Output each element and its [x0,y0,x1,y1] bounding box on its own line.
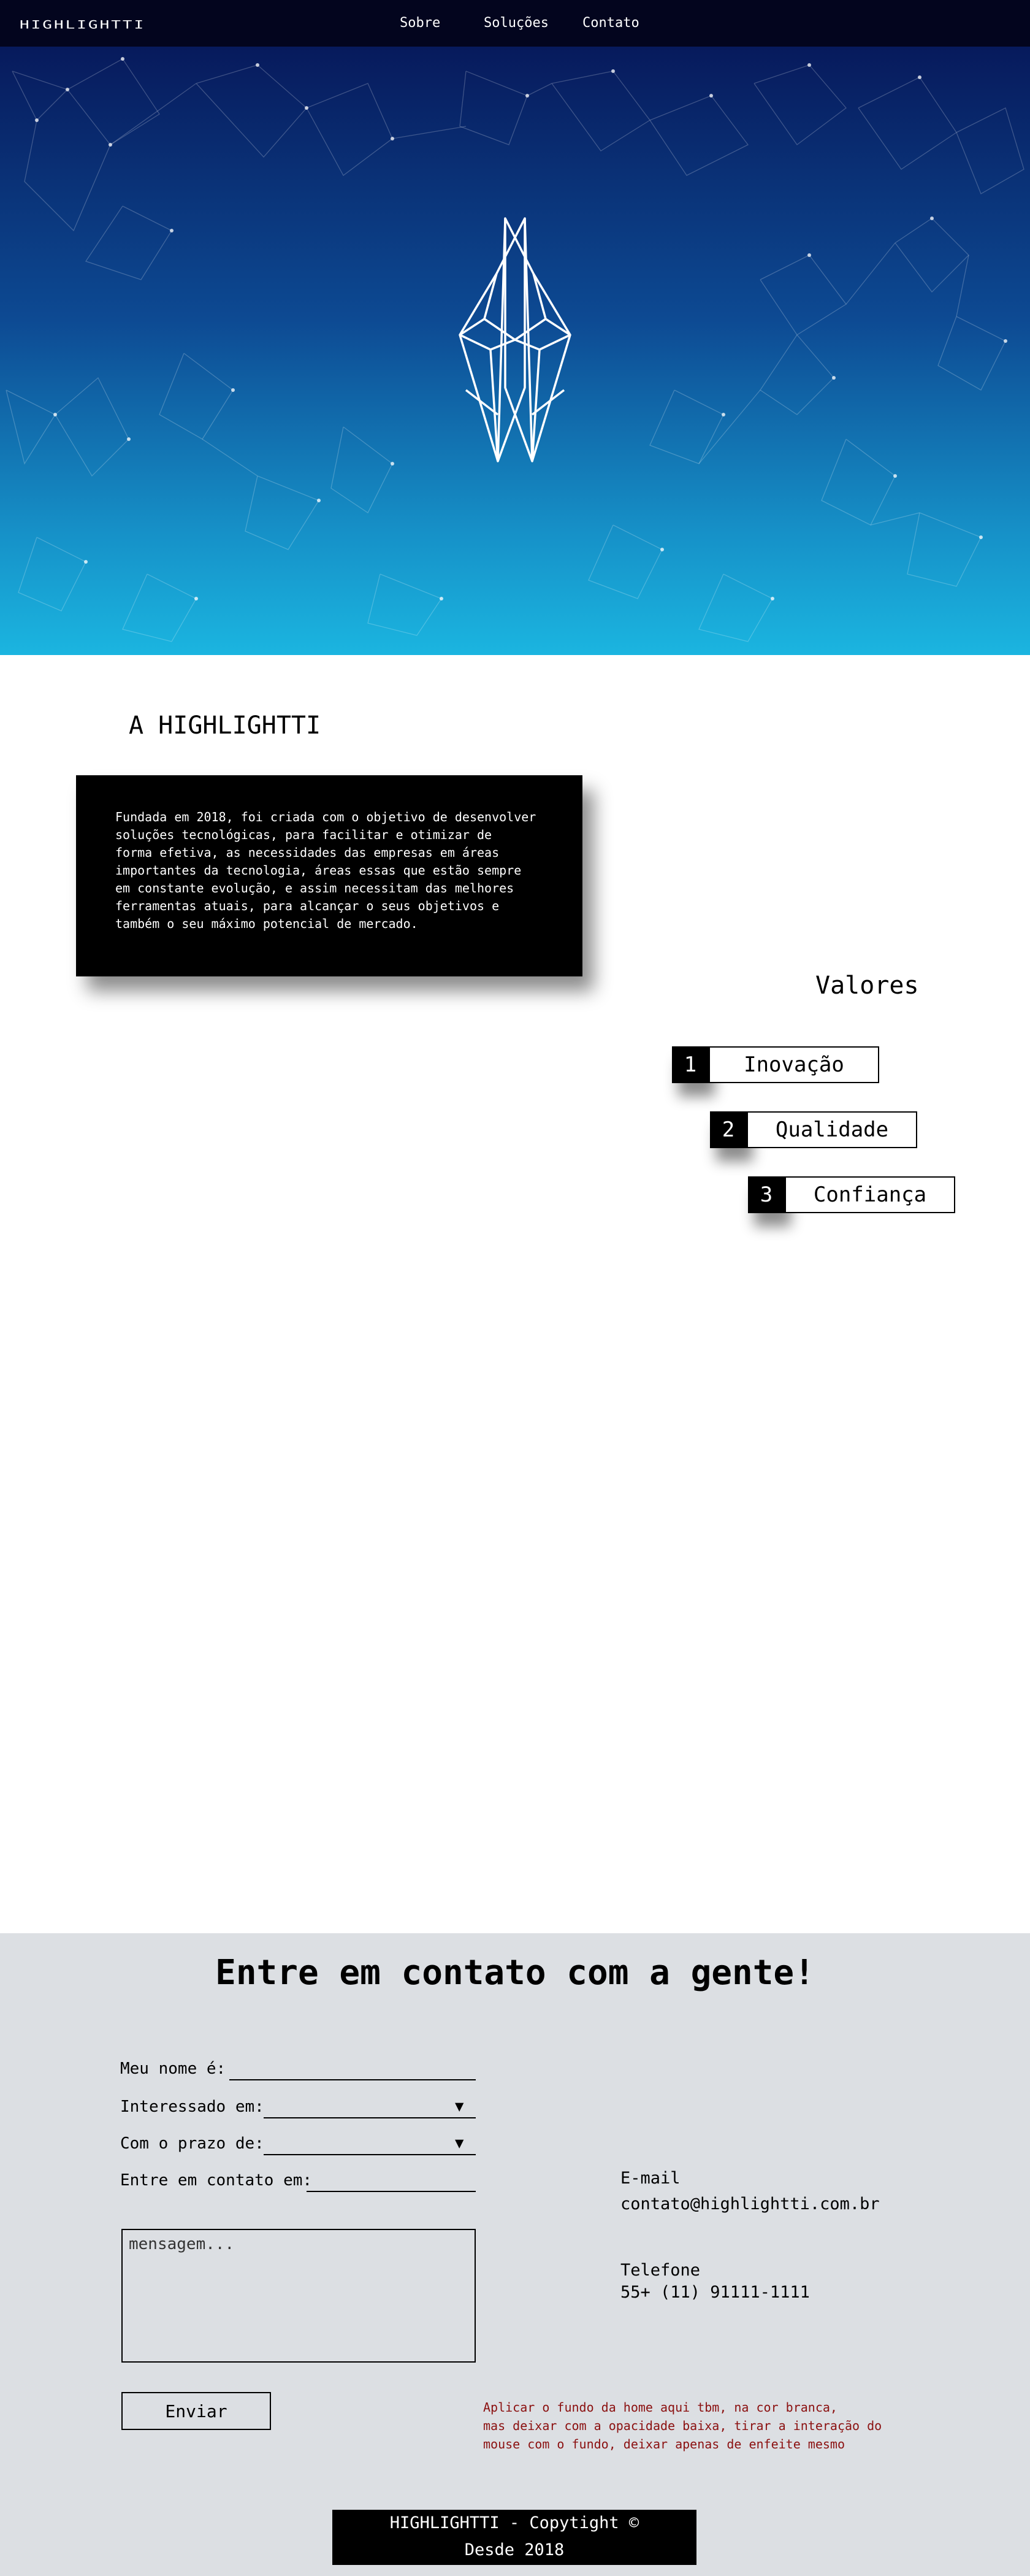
nav-link-solucoes[interactable]: Soluções [484,15,549,31]
phone-value[interactable]: 55+ (11) 91111-1111 [620,2283,810,2302]
note-line: Aplicar o fundo da home aqui tbm, na cor… [483,2400,837,2415]
nav-link-sobre[interactable]: Sobre [400,15,440,31]
contact-method-label: Entre em contato em: [120,2171,313,2190]
message-textarea[interactable]: mensagem... [121,2229,476,2363]
chevron-down-icon[interactable]: ▼ [455,2098,464,2115]
contact-title: Entre em contato com a gente! [215,1953,815,1993]
deadline-label: Com o prazo de: [120,2134,264,2153]
about-description: Fundada em 2018, foi criada com o objeti… [115,808,544,933]
about-line: soluções tecnológicas, para facilitar e … [115,827,492,842]
about-line: Fundada em 2018, foi criada com o objeti… [115,810,536,824]
about-card: Fundada em 2018, foi criada com o objeti… [76,775,582,976]
footer-copyright: HIGHLIGHTTI - Copytight © [389,2513,639,2532]
about-line: forma efetiva, as necessidades das empre… [115,845,500,860]
about-line: também o seu máximo potencial de mercado… [115,916,418,931]
value-item-qualidade: 2 Qualidade [710,1111,917,1148]
email-title: E-mail [620,2169,681,2188]
value-item-inovacao: 1 Inovação [672,1046,879,1083]
about-title: A HIGHLIGHTTI [129,711,321,740]
name-field[interactable] [229,2079,476,2080]
interest-label: Interessado em: [120,2098,264,2116]
contact-section: Entre em contato com a gente! Meu nome é… [0,1933,1030,2576]
footer-since: Desde 2018 [464,2540,565,2559]
chevron-down-icon[interactable]: ▼ [455,2134,464,2152]
brand-logo[interactable]: HIGHLIGHTTI [20,19,145,32]
footer: HIGHLIGHTTI - Copytight © Desde 2018 [332,2510,696,2565]
value-number: 1 [672,1046,709,1083]
design-note: Aplicar o fundo da home aqui tbm, na cor… [483,2398,925,2453]
value-label: Confiança [785,1176,955,1213]
value-label: Inovação [709,1046,879,1083]
about-line: importantes da tecnologia, áreas essas q… [115,863,522,878]
phone-title: Telefone [620,2261,701,2280]
send-button[interactable]: Enviar [121,2392,271,2430]
note-line: mas deixar com a opacidade baixa, tirar … [483,2418,882,2433]
network-background [6,57,1024,642]
top-navbar: HIGHLIGHTTI Sobre Soluções Contato [0,0,1030,47]
values-title: Valores [815,972,919,1000]
value-number: 2 [710,1111,747,1148]
hero-banner [0,47,1030,655]
value-number: 3 [748,1176,785,1213]
about-line: ferramentas atuais, para alcançar o seus… [115,899,500,913]
name-label: Meu nome é: [120,2060,226,2078]
deadline-select[interactable] [264,2154,476,2155]
note-line: mouse com o fundo, deixar apenas de enfe… [483,2437,845,2451]
value-label: Qualidade [747,1111,917,1148]
contact-method-field[interactable] [307,2191,476,2192]
interest-select[interactable] [264,2117,476,2118]
email-value[interactable]: contato@highlightti.com.br [620,2195,880,2214]
nav-link-contato[interactable]: Contato [582,15,639,31]
value-item-confianca: 3 Confiança [748,1176,955,1213]
crystal-gem-icon [459,217,571,462]
about-line: em constante evolução, e assim necessita… [115,881,514,895]
